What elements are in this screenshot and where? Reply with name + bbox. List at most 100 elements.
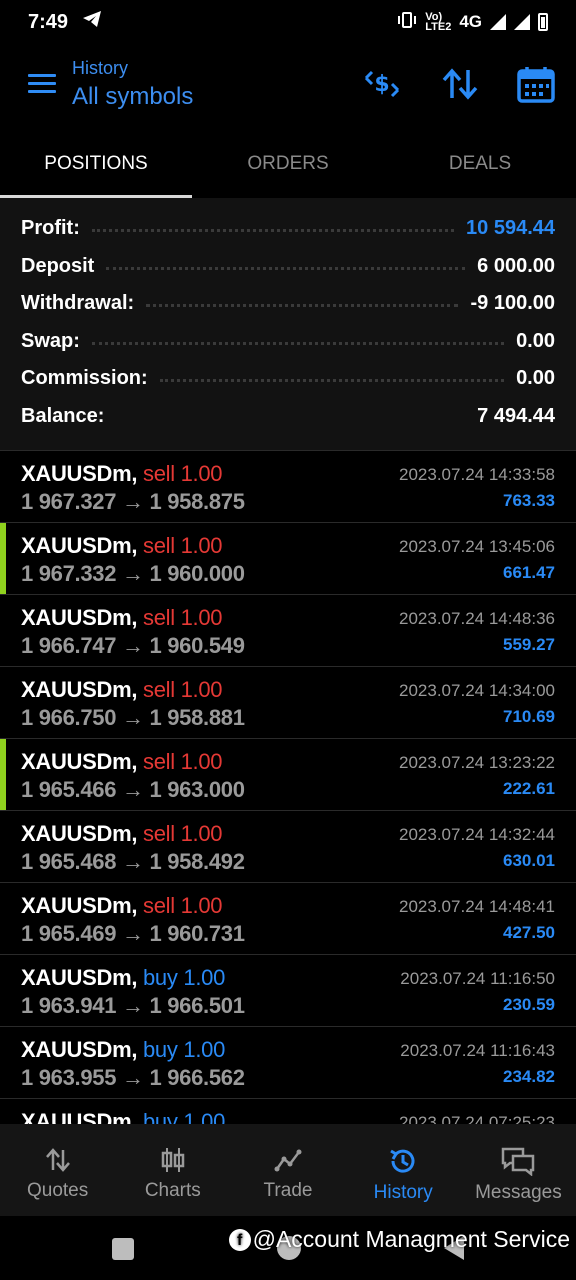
withdrawal-value: -9 100.00: [470, 292, 555, 315]
trade-profit: 661.47: [503, 563, 555, 582]
tab-bar: POSITIONS ORDERS DEALS: [0, 134, 576, 198]
dotted-leader: [91, 229, 455, 233]
trade-profit: 763.33: [503, 491, 555, 510]
currency-exchange-icon[interactable]: $: [362, 64, 402, 104]
trade-symbol: XAUUSDm,: [21, 1037, 138, 1062]
history-icon: [390, 1149, 415, 1173]
trade-prices: 1 967.332 → 1 960.000: [21, 561, 245, 586]
commission-row: Commission: 0.00: [21, 360, 555, 398]
profit-label: Profit:: [21, 217, 80, 240]
trade-side: sell 1.00: [143, 605, 223, 630]
trade-row[interactable]: XAUUSDm, sell 1.00 1 965.466 → 1 963.000…: [0, 738, 576, 810]
tab-deals[interactable]: DEALS: [384, 134, 576, 198]
balance-label: Balance:: [21, 404, 105, 427]
trade-symbol: XAUUSDm,: [21, 461, 138, 486]
trade-side: sell 1.00: [143, 533, 223, 558]
trade-date: 2023.07.24 13:45:06: [399, 537, 555, 556]
trade-row[interactable]: XAUUSDm, buy 1.00 1 963.941 → 1 966.501 …: [0, 954, 576, 1026]
trade-row[interactable]: XAUUSDm, sell 1.00 1 967.327 → 1 958.875…: [0, 450, 576, 522]
trade-symbol: XAUUSDm,: [21, 965, 138, 990]
balance-value: 7 494.44: [477, 404, 555, 427]
trade-prices: 1 965.469 → 1 960.731: [21, 921, 245, 946]
withdrawal-row: Withdrawal: -9 100.00: [21, 285, 555, 323]
trade-profit: 230.59: [503, 995, 555, 1014]
trade-side: sell 1.00: [143, 821, 223, 846]
swap-row: Swap: 0.00: [21, 323, 555, 361]
trade-row[interactable]: XAUUSDm, sell 1.00 1 965.469 → 1 960.731…: [0, 882, 576, 954]
tab-positions[interactable]: POSITIONS: [0, 134, 192, 198]
dotted-leader: [159, 379, 505, 383]
recents-button[interactable]: [112, 1238, 134, 1260]
app-bar: History All symbols $: [0, 44, 576, 134]
deposit-row: Deposit 6 000.00: [21, 248, 555, 286]
status-time: 7:49: [28, 10, 69, 33]
trade-date: 2023.07.24 11:16:50: [400, 969, 555, 988]
trade-profit: 427.50: [503, 923, 555, 942]
nav-trade-label: Trade: [263, 1180, 313, 1201]
trade-icon: [274, 1149, 302, 1172]
deposit-value: 6 000.00: [477, 254, 555, 277]
nav-messages-label: Messages: [475, 1182, 562, 1203]
trade-date: 2023.07.24 14:48:36: [399, 609, 555, 628]
status-bar: 7:49 Vo) LTE2 4G: [0, 0, 576, 44]
nav-history[interactable]: History: [346, 1124, 461, 1216]
trade-date: 2023.07.24 14:32:44: [399, 825, 555, 844]
positions-list[interactable]: XAUUSDm, sell 1.00 1 967.327 → 1 958.875…: [0, 450, 576, 1124]
network-type: 4G: [459, 12, 482, 31]
dotted-leader: [146, 304, 459, 308]
trade-row[interactable]: XAUUSDm, sell 1.00 1 966.747 → 1 960.549…: [0, 594, 576, 666]
trade-date: 2023.07.24 07:25:23: [399, 1113, 555, 1124]
signal-icon: [490, 14, 506, 30]
summary-panel: Profit: 10 594.44 Deposit 6 000.00 Withd…: [0, 198, 576, 450]
trade-row[interactable]: XAUUSDm, sell 1.00 1 967.332 → 1 960.000…: [0, 522, 576, 594]
quotes-icon: [45, 1148, 70, 1172]
calendar-icon[interactable]: [516, 64, 556, 104]
nav-messages[interactable]: Messages: [461, 1124, 576, 1216]
trade-side: sell 1.00: [143, 749, 223, 774]
trade-symbol: XAUUSDm,: [21, 605, 138, 630]
trade-row[interactable]: XAUUSDm, sell 1.00 1 966.750 → 1 958.881…: [0, 666, 576, 738]
nav-trade[interactable]: Trade: [230, 1124, 345, 1216]
trade-symbol: XAUUSDm,: [21, 677, 138, 702]
menu-icon[interactable]: [28, 74, 56, 94]
page-title: All symbols: [72, 83, 194, 110]
trade-date: 2023.07.24 11:16:43: [400, 1041, 555, 1060]
facebook-icon: f: [228, 1228, 251, 1251]
nav-charts[interactable]: Charts: [115, 1124, 230, 1216]
trade-row[interactable]: XAUUSDm, sell 1.00 1 965.468 → 1 958.492…: [0, 810, 576, 882]
swap-value: 0.00: [516, 329, 555, 352]
deposit-label: Deposit: [21, 254, 95, 277]
trade-profit: 222.61: [503, 779, 555, 798]
svg-text:$: $: [374, 72, 389, 97]
nav-quotes[interactable]: Quotes: [0, 1124, 115, 1216]
sort-icon[interactable]: [440, 64, 480, 104]
profit-value: 10 594.44: [466, 217, 555, 240]
tab-orders[interactable]: ORDERS: [192, 134, 384, 198]
trade-profit: 559.27: [503, 635, 555, 654]
profit-row: Profit: 10 594.44: [21, 210, 555, 248]
trade-profit: 630.01: [503, 851, 555, 870]
trade-symbol: XAUUSDm,: [21, 1109, 138, 1124]
watermark: f @Account Managment Service: [228, 1226, 570, 1253]
swap-label: Swap:: [21, 329, 80, 352]
trade-side: sell 1.00: [143, 461, 223, 486]
nav-charts-label: Charts: [144, 1180, 201, 1201]
header-titles[interactable]: History All symbols: [72, 58, 193, 111]
bottom-nav: Quotes Charts Trade History Messages: [0, 1124, 576, 1216]
telegram-icon: [82, 10, 102, 34]
trade-symbol: XAUUSDm,: [21, 533, 138, 558]
trade-row[interactable]: XAUUSDm, buy 1.00 1 963.955 → 1 966.562 …: [0, 1026, 576, 1098]
watermark-text: @Account Managment Service: [252, 1226, 570, 1252]
messages-icon: [502, 1147, 535, 1176]
system-nav-bar: f @Account Managment Service: [0, 1216, 576, 1280]
nav-history-label: History: [373, 1182, 433, 1203]
trade-prices: 1 966.750 → 1 958.881: [21, 705, 245, 730]
trade-side: sell 1.00: [143, 677, 223, 702]
signal-icon-2: [514, 14, 530, 30]
trade-row[interactable]: XAUUSDm, buy 1.00 2023.07.24 07:25:23: [0, 1098, 576, 1124]
trade-side: sell 1.00: [143, 893, 223, 918]
trade-side: buy 1.00: [143, 965, 226, 990]
trade-symbol: XAUUSDm,: [21, 893, 138, 918]
trade-profit: 710.69: [503, 707, 555, 726]
dotted-leader: [106, 266, 466, 270]
